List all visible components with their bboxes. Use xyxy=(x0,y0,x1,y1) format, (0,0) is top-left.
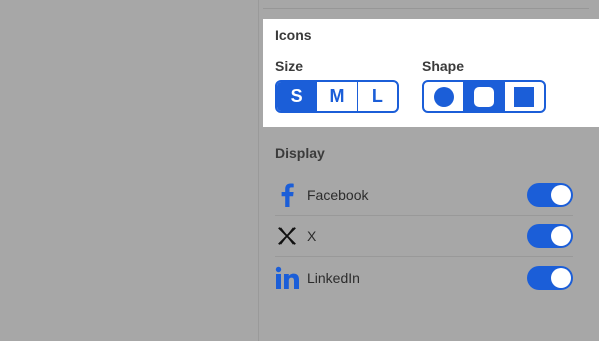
size-label: Size xyxy=(275,58,304,74)
shape-option-square[interactable] xyxy=(503,82,544,111)
shape-option-circle[interactable] xyxy=(424,82,463,111)
left-clipped-text xyxy=(0,331,6,341)
display-row-facebook: Facebook xyxy=(275,175,573,216)
size-selector: S M L xyxy=(275,80,399,113)
icons-section-title: Icons xyxy=(275,27,312,43)
facebook-toggle[interactable] xyxy=(527,183,573,207)
toggle-knob xyxy=(551,267,571,288)
icons-settings-card: Icons Size S M L Shape xyxy=(263,19,599,127)
shape-option-rounded-square[interactable] xyxy=(463,82,504,111)
x-icon xyxy=(275,224,299,248)
toggle-knob xyxy=(551,185,571,205)
linkedin-label: LinkedIn xyxy=(307,269,360,286)
size-option-s[interactable]: S xyxy=(277,82,317,111)
rounded-square-shape-icon xyxy=(473,86,494,107)
x-toggle[interactable] xyxy=(527,224,573,248)
circle-shape-icon xyxy=(433,86,454,107)
size-option-l[interactable]: L xyxy=(356,82,397,111)
shape-selector xyxy=(422,80,546,113)
top-divider xyxy=(263,8,589,9)
linkedin-toggle[interactable] xyxy=(527,265,573,290)
square-shape-icon xyxy=(514,86,535,107)
size-option-m[interactable]: M xyxy=(316,82,356,111)
facebook-icon xyxy=(275,183,299,207)
linkedin-icon xyxy=(275,266,299,290)
facebook-label: Facebook xyxy=(307,187,369,203)
shape-label: Shape xyxy=(422,58,465,74)
toggle-knob xyxy=(551,226,571,246)
page-overlay xyxy=(0,0,258,341)
display-row-linkedin: LinkedIn xyxy=(275,257,573,298)
x-label: X xyxy=(307,228,317,244)
display-section-title: Display xyxy=(275,145,325,161)
display-row-x: X xyxy=(275,216,573,257)
